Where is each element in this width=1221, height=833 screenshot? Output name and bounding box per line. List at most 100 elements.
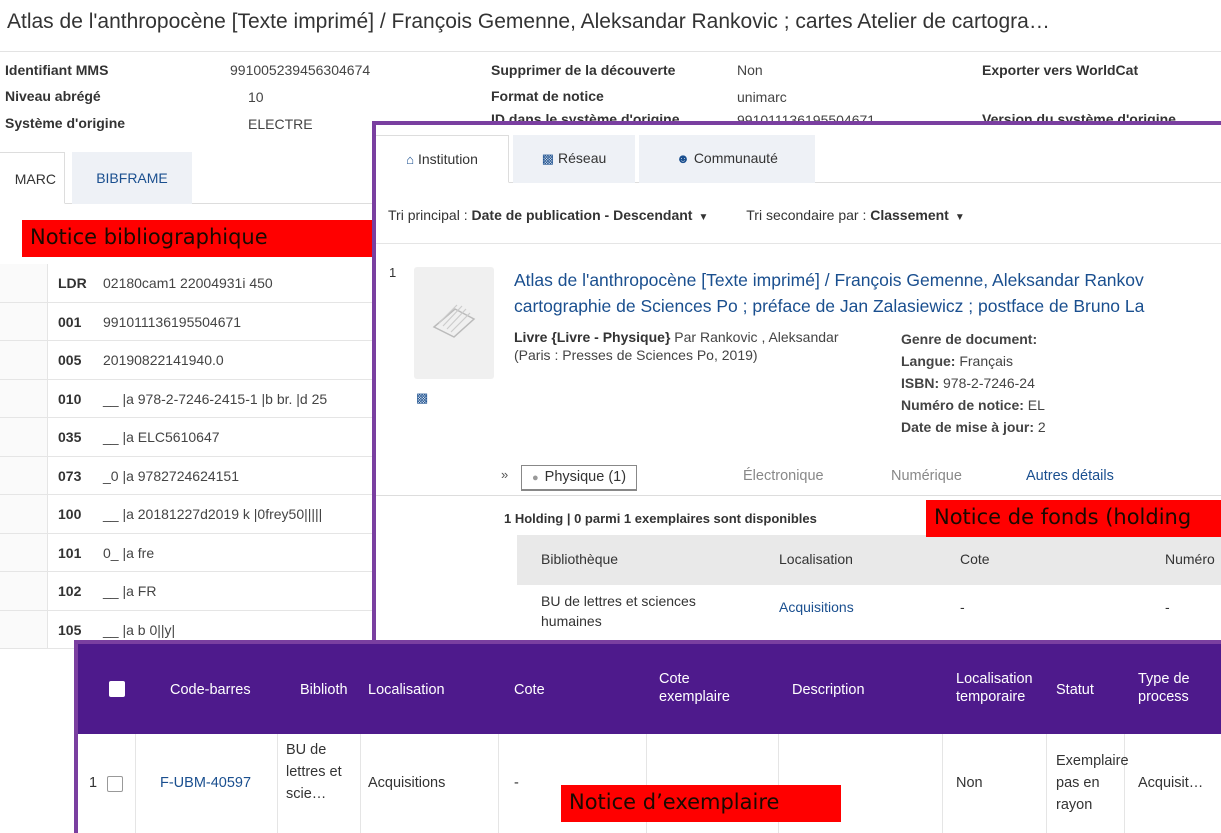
col-loc-temporaire[interactable]: Localisation temporaire	[956, 670, 1046, 706]
result-title[interactable]: Atlas de l'anthropocène [Texte imprimé] …	[514, 267, 1221, 319]
discovery-label: Supprimer de la découverte	[491, 62, 676, 78]
notice-value: EL	[1023, 397, 1045, 413]
sort-primary-select[interactable]: Date de publication - Descendant	[472, 207, 693, 223]
sort-secondary-label: Tri secondaire par :	[746, 207, 867, 223]
tab-reseau[interactable]: ▩ Réseau	[513, 135, 635, 183]
item-library: BU de lettres et scie…	[286, 742, 342, 802]
maj-label: Date de mise à jour:	[901, 419, 1035, 435]
chevron-down-icon[interactable]: ▼	[955, 212, 965, 223]
marc-field-row[interactable]: 010 __ |a 978-2-7246-2415-1 |b br. |d 25	[0, 379, 380, 418]
home-icon: ⌂	[406, 152, 414, 167]
result-type: Livre {Livre - Physique}	[514, 329, 671, 345]
items-table-header: Code-barres Biblioth Localisation Cote C…	[78, 644, 1221, 734]
divider	[942, 734, 943, 833]
holding-cote: -	[960, 599, 965, 615]
langue-value: Français	[955, 353, 1014, 369]
sort-secondary-select[interactable]: Classement	[870, 207, 949, 223]
row-gutter	[0, 418, 48, 456]
tab-bibframe[interactable]: BIBFRAME	[72, 152, 192, 204]
collapse-icon[interactable]: »	[501, 467, 508, 482]
level-label: Niveau abrégé	[5, 88, 101, 104]
marc-value: 0_ |a fre	[103, 544, 155, 561]
col-statut[interactable]: Statut	[1056, 681, 1094, 699]
status-dot-icon: ●	[532, 472, 539, 484]
marc-field-row[interactable]: 005 20190822141940.0	[0, 341, 380, 380]
select-all-checkbox[interactable]	[109, 681, 125, 697]
format-value: unimarc	[737, 89, 787, 105]
item-temp-location: Non	[956, 775, 983, 791]
genre-label: Genre de document:	[901, 331, 1038, 347]
divider	[360, 734, 361, 833]
marc-field-row[interactable]: 101 0_ |a fre	[0, 533, 380, 572]
marc-value: 20190822141940.0	[103, 352, 224, 368]
col-cote-exemplaire[interactable]: Cote exemplaire	[659, 670, 739, 706]
item-cote: -	[514, 775, 519, 791]
book-thumbnail[interactable]	[414, 267, 494, 379]
tab-physique[interactable]: ● Physique (1)	[521, 465, 638, 491]
marc-value: __ |a 978-2-7246-2415-1 |b br. |d 25	[103, 390, 328, 407]
tab-marc[interactable]: MARC	[0, 152, 65, 204]
marc-field-row[interactable]: 102 __ |a FR	[0, 572, 380, 611]
holding-location-link[interactable]: Acquisitions	[779, 599, 854, 615]
marc-tag: 073	[58, 467, 82, 484]
marc-value: __ |a ELC5610647	[103, 429, 220, 445]
network-icon: ▩	[541, 151, 555, 166]
marc-field-row[interactable]: 001 991011136195504671	[0, 302, 380, 341]
availability-tabs: » ● Physique (1) Électronique Numérique A…	[501, 465, 1221, 495]
result-title-line1[interactable]: Atlas de l'anthropocène [Texte imprimé] …	[514, 267, 1221, 293]
row-gutter	[0, 456, 48, 494]
tab-autres-details[interactable]: Autres détails	[1026, 468, 1114, 484]
divider	[135, 734, 136, 833]
col-description[interactable]: Description	[792, 681, 865, 699]
item-location: Acquisitions	[368, 775, 446, 791]
col-biblio[interactable]: Biblioth	[300, 681, 370, 699]
holding-summary: 1 Holding | 0 parmi 1 exemplaires sont d…	[504, 511, 817, 526]
tab-institution-label: Institution	[417, 151, 478, 167]
marc-value: __ |a 20181227d2019 k |0frey50|||||	[103, 506, 323, 522]
col-cote[interactable]: Cote	[514, 681, 545, 699]
marc-tag: 102	[58, 583, 82, 599]
marc-value: _0 |a 9782724624151	[103, 467, 239, 484]
holding-record-label: Notice de fonds (holding	[926, 500, 1221, 537]
table-row[interactable]: BU de lettres et sciences humaines Acqui…	[517, 585, 1221, 635]
sort-primary-label: Tri principal :	[388, 207, 468, 223]
item-barcode-link[interactable]: F-UBM-40597	[160, 772, 251, 794]
tab-electronique[interactable]: Électronique	[743, 468, 824, 484]
tab-communaute[interactable]: ☻ Communauté	[639, 135, 815, 183]
divider	[376, 495, 1221, 496]
holding-table: Bibliothèque Localisation Cote Numéro BU…	[517, 535, 1221, 635]
marc-field-row[interactable]: LDR 02180cam1 22004931i 450	[0, 264, 380, 303]
marc-tag: 001	[58, 313, 82, 330]
tab-numerique[interactable]: Numérique	[891, 468, 962, 484]
marc-field-row[interactable]: 073 _0 |a 9782724624151	[0, 456, 380, 495]
marc-value: __ |a FR	[103, 583, 157, 599]
marc-field-row[interactable]: 100 __ |a 20181227d2019 k |0frey50|||||	[0, 495, 380, 534]
format-label: Format de notice	[491, 88, 604, 104]
divider	[498, 734, 499, 833]
row-checkbox[interactable]	[107, 776, 123, 792]
marc-tag: 010	[58, 390, 82, 407]
isbn-value: 978-2-7246-24	[939, 375, 1035, 391]
result-title-line2[interactable]: cartographie de Sciences Po ; préface de…	[514, 293, 1221, 319]
record-title: Atlas de l'anthropocène [Texte imprimé] …	[0, 0, 1221, 52]
result-details: Genre de document: Langue: Français ISBN…	[901, 328, 1046, 438]
book-icon	[432, 304, 476, 338]
network-icon[interactable]: ▩	[416, 390, 428, 406]
col-numero: Numéro	[1165, 551, 1215, 567]
row-gutter	[0, 264, 48, 302]
col-cote: Cote	[960, 551, 990, 567]
tab-institution[interactable]: ⌂ Institution	[376, 135, 509, 183]
row-gutter	[0, 495, 48, 533]
col-bibliotheque: Bibliothèque	[541, 551, 619, 567]
marc-field-row[interactable]: 035 __ |a ELC5610647	[0, 418, 380, 457]
marc-tag: 105	[58, 621, 82, 638]
worldcat-label[interactable]: Exporter vers WorldCat	[982, 62, 1138, 78]
col-barcode[interactable]: Code-barres	[170, 681, 251, 699]
col-type-process[interactable]: Type de process	[1138, 670, 1218, 706]
chevron-down-icon[interactable]: ▼	[698, 212, 708, 223]
col-localisation[interactable]: Localisation	[368, 681, 445, 699]
marc-value: __ |a b 0||y|	[103, 621, 176, 638]
holding-library: BU de lettres et sciences humaines	[541, 593, 696, 629]
mms-label: Identifiant MMS	[5, 62, 109, 78]
marc-value: 02180cam1 22004931i 450	[103, 275, 273, 291]
